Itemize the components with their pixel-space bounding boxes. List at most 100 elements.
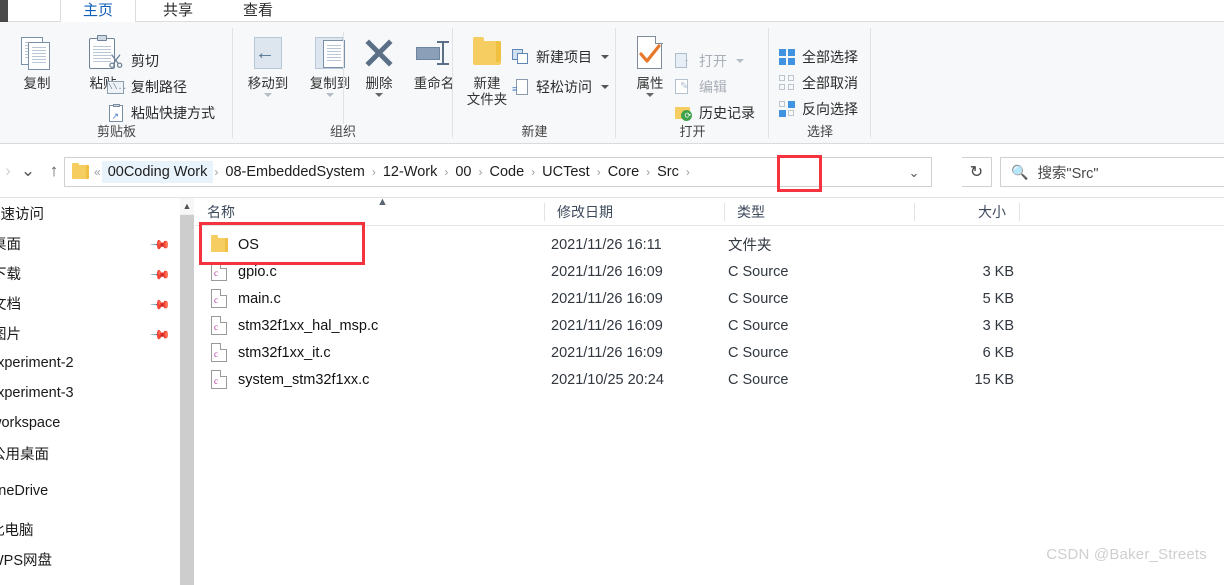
breadcrumb-item-code[interactable]: Code xyxy=(483,161,530,183)
ribbon: 复制 粘贴 剪切 \\.. 复制路径 ↗ 粘贴快捷方式 剪贴板 ← 移动到 复制… xyxy=(0,22,1224,144)
scrollbar-thumb[interactable] xyxy=(180,215,194,585)
table-row[interactable]: OS 2021/11/26 16:11 文件夹 xyxy=(195,231,1224,258)
breadcrumb-item-core[interactable]: Core xyxy=(602,161,645,183)
table-row[interactable]: c gpio.c 2021/11/26 16:09 C Source 3 KB xyxy=(195,258,1224,285)
tab-home[interactable]: 主页 xyxy=(60,0,136,22)
new-item-button[interactable]: 新建项目 xyxy=(511,44,609,70)
watermark: CSDN @Baker_Streets xyxy=(1046,546,1207,563)
delete-icon xyxy=(363,30,395,76)
c-source-icon: c xyxy=(211,316,229,336)
c-source-icon: c xyxy=(211,343,229,363)
edit-button[interactable]: ✎ 编辑 xyxy=(674,74,727,100)
column-header-type[interactable]: 类型 xyxy=(725,198,915,226)
nav-item-public-desktop[interactable]: 公用桌面 xyxy=(0,438,180,468)
refresh-button[interactable]: ↻ xyxy=(962,157,992,187)
file-type: C Source xyxy=(728,371,789,388)
nav-item-experiment-3[interactable]: experiment-3 xyxy=(0,378,180,408)
nav-item-this-pc[interactable]: 此电脑 xyxy=(0,514,180,544)
table-row[interactable]: c stm32f1xx_hal_msp.c 2021/11/26 16:09 C… xyxy=(195,312,1224,339)
easy-access-icon: ≡ xyxy=(511,78,530,97)
new-folder-icon xyxy=(473,30,501,76)
breadcrumb-item-src[interactable]: Src xyxy=(651,161,685,183)
file-list-pane: 名称 ▲ 修改日期 类型 大小 OS 2021/11/26 16:11 文件夹 xyxy=(195,196,1224,585)
window-menu-nub[interactable] xyxy=(0,0,8,22)
copy-button[interactable]: 复制 xyxy=(6,30,68,114)
breadcrumb-item-00coding-work[interactable]: 00Coding Work xyxy=(101,161,214,183)
tab-share[interactable]: 共享 xyxy=(142,0,214,22)
breadcrumb-item-00[interactable]: 00 xyxy=(449,161,477,183)
nav-item-documents[interactable]: 文档 📌 xyxy=(0,288,180,318)
chevron-down-icon xyxy=(646,92,654,97)
chevron-down-icon xyxy=(375,92,383,97)
nav-item-label: 公用桌面 xyxy=(0,446,49,463)
column-header-date[interactable]: 修改日期 xyxy=(545,198,725,226)
move-to-button[interactable]: ← 移动到 xyxy=(237,30,299,114)
chevron-up-icon[interactable]: ▲ xyxy=(180,198,194,214)
copy-path-button[interactable]: \\.. 复制路径 xyxy=(106,74,187,100)
file-name: OS xyxy=(238,236,259,253)
address-breadcrumb-bar[interactable]: « 00Coding Work › 08-EmbeddedSystem › 12… xyxy=(64,157,932,187)
properties-icon xyxy=(635,30,665,76)
copy-icon xyxy=(20,30,54,76)
breadcrumb-separator: › xyxy=(685,165,690,179)
table-row[interactable]: c stm32f1xx_it.c 2021/11/26 16:09 C Sour… xyxy=(195,339,1224,366)
nav-item-experiment-2[interactable]: experiment-2 xyxy=(0,348,180,378)
tab-view[interactable]: 查看 xyxy=(222,0,294,22)
nav-item-onedrive[interactable]: OneDrive xyxy=(0,476,180,506)
file-name-cell: OS xyxy=(195,235,545,255)
search-placeholder: 搜索"Src" xyxy=(1037,165,1099,182)
nav-item-label: workspace xyxy=(0,415,61,431)
column-header-name-label: 名称 xyxy=(207,203,235,220)
file-name: stm32f1xx_hal_msp.c xyxy=(238,317,379,334)
nav-item-desktop[interactable]: 桌面 📌 xyxy=(0,228,180,258)
select-none-button[interactable]: 全部取消 xyxy=(777,70,858,96)
search-input[interactable]: 🔍 搜索"Src" xyxy=(1000,157,1224,187)
breadcrumb-item-12-work[interactable]: 12-Work xyxy=(377,161,444,183)
select-all-button[interactable]: 全部选择 xyxy=(777,44,858,70)
table-row[interactable]: c main.c 2021/11/26 16:09 C Source 5 KB xyxy=(195,285,1224,312)
open-icon: ↑ xyxy=(674,52,693,71)
nav-item-wps-drive[interactable]: WPS网盘 xyxy=(0,544,180,574)
table-row[interactable]: c system_stm32f1xx.c 2021/10/25 20:24 C … xyxy=(195,366,1224,393)
breadcrumb-overflow[interactable]: « xyxy=(93,165,102,179)
nav-item-label: OneDrive xyxy=(0,483,49,499)
c-source-icon: c xyxy=(211,370,229,390)
column-header-type-label: 类型 xyxy=(737,203,765,220)
file-size: 3 KB xyxy=(982,263,1014,280)
easy-access-button[interactable]: ≡ 轻松访问 xyxy=(511,74,609,100)
open-button[interactable]: ↑ 打开 xyxy=(674,48,744,74)
navigation-pane-scrollbar[interactable]: ▲ xyxy=(180,198,194,585)
cut-button[interactable]: 剪切 xyxy=(106,48,159,74)
column-header-size[interactable]: 大小 xyxy=(915,198,1020,226)
file-list-header: 名称 ▲ 修改日期 类型 大小 xyxy=(195,196,1224,226)
file-date: 2021/11/26 16:09 xyxy=(551,317,663,334)
address-dropdown-button[interactable]: ⌄ xyxy=(901,158,927,188)
nav-item-downloads[interactable]: 下载 📌 xyxy=(0,258,180,288)
new-item-icon xyxy=(511,48,530,67)
invert-selection-button[interactable]: 反向选择 xyxy=(777,96,858,122)
group-separator xyxy=(870,28,871,138)
delete-button-label: 删除 xyxy=(365,76,393,91)
ribbon-group-open-label: 打开 xyxy=(679,124,706,139)
properties-button[interactable]: 属性 xyxy=(619,30,681,114)
file-name: stm32f1xx_it.c xyxy=(238,344,331,361)
rename-button-label: 重命名 xyxy=(413,76,455,91)
recent-locations-button[interactable]: ⌄ xyxy=(14,157,42,185)
ribbon-group-organize: ← 移动到 复制到 删除 重命名 组织 xyxy=(233,22,455,144)
copy-to-button-label: 复制到 xyxy=(309,76,351,91)
nav-item-quick-access[interactable]: 快速访问 xyxy=(0,198,180,228)
nav-item-workspace[interactable]: workspace xyxy=(0,408,180,438)
delete-button[interactable]: 删除 xyxy=(348,30,410,114)
refresh-icon: ↻ xyxy=(969,164,984,181)
copy-to-icon xyxy=(313,30,347,76)
c-source-icon: c xyxy=(211,289,229,309)
breadcrumb-item-08-embeddedsystem[interactable]: 08-EmbeddedSystem xyxy=(219,161,370,183)
chevron-down-icon xyxy=(326,92,334,97)
column-header-name[interactable]: 名称 ▲ xyxy=(195,196,545,226)
new-folder-button[interactable]: 新建 文件夹 xyxy=(456,30,518,114)
copy-button-label: 复制 xyxy=(23,76,51,91)
properties-button-label: 属性 xyxy=(636,76,664,91)
nav-item-label: 快速访问 xyxy=(0,206,44,223)
breadcrumb-item-uctest[interactable]: UCTest xyxy=(536,161,596,183)
nav-item-pictures[interactable]: 图片 📌 xyxy=(0,318,180,348)
